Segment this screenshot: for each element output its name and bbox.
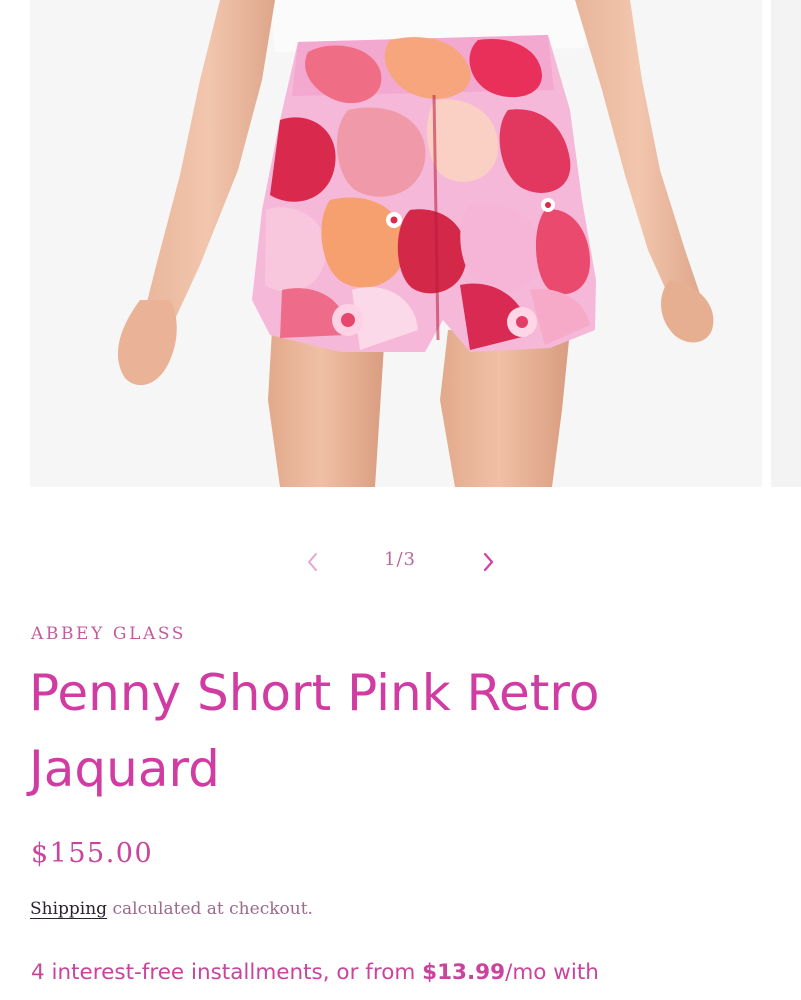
shipping-note-text: calculated at checkout. (107, 899, 313, 919)
slider-prev-button[interactable] (299, 548, 327, 576)
installments-prefix: 4 interest-free installments, or from (31, 960, 423, 985)
next-slide-preview[interactable] (771, 0, 801, 487)
slide-counter: 1/3 (384, 549, 416, 570)
installments-amount: $13.99 (422, 960, 506, 985)
product-price: $155.00 (31, 838, 154, 869)
product-photo-illustration (30, 0, 762, 487)
product-media-gallery[interactable] (0, 0, 801, 490)
product-vendor: ABBEY GLASS (31, 624, 187, 644)
product-image[interactable] (30, 0, 762, 487)
product-page: 1/3 ABBEY GLASS Penny Short Pink Retro J… (0, 0, 801, 1000)
slider-controls: 1/3 (0, 540, 801, 584)
installments-suffix: /mo with (505, 960, 599, 985)
slider-next-button[interactable] (474, 548, 502, 576)
chevron-left-icon (308, 553, 317, 571)
shipping-note: Shipping calculated at checkout. (30, 899, 313, 919)
shipping-policy-link[interactable]: Shipping (30, 899, 107, 919)
chevron-right-icon (483, 552, 494, 572)
product-title: Penny Short Pink Retro Jaquard (29, 664, 600, 798)
installments-banner: 4 interest-free installments, or from $1… (31, 960, 599, 985)
